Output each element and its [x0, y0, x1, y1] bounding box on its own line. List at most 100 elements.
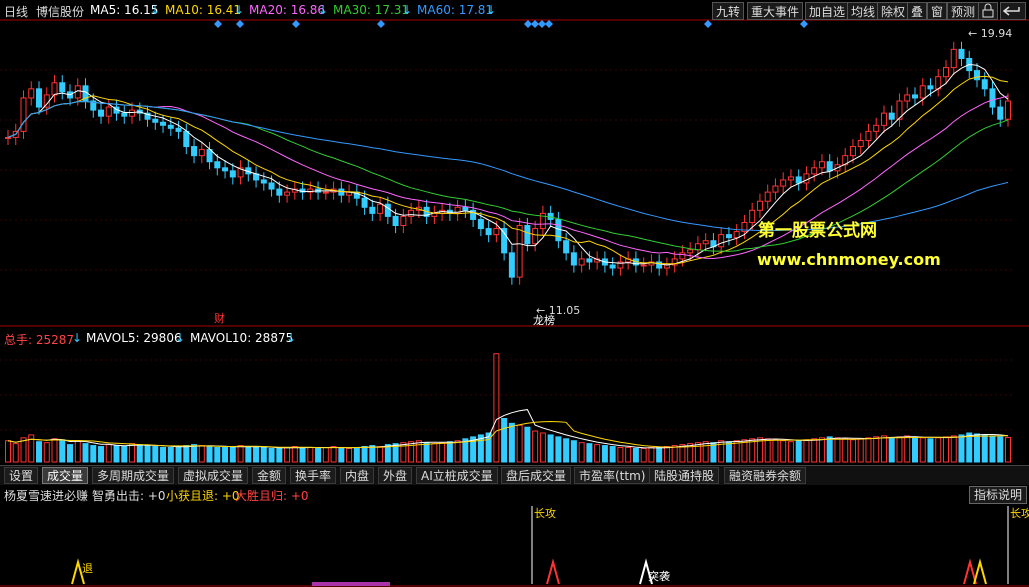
overlay-button[interactable]: 叠: [907, 2, 928, 20]
add-watchlist-button[interactable]: 加自选: [805, 2, 850, 20]
volume-bar: [849, 439, 856, 463]
lock-icon[interactable]: [978, 2, 998, 20]
event-diamond-icon: [704, 20, 712, 28]
tab-virtual-volume[interactable]: 虚拟成交量: [178, 467, 249, 484]
volume-bar: [601, 445, 608, 463]
stock-name: 博信股份: [36, 5, 85, 19]
volume-bar: [98, 446, 105, 463]
tab-settings[interactable]: 设置: [4, 467, 39, 484]
volume-bar: [609, 446, 616, 463]
tab-margin-balance[interactable]: 融资融券余额: [724, 467, 807, 484]
tab-after-hours-volume[interactable]: 盘后成交量: [501, 467, 572, 484]
candle-body: [687, 249, 694, 254]
tab-volume[interactable]: 成交量: [42, 467, 89, 484]
candle-body: [198, 149, 205, 157]
candle-body: [98, 109, 105, 117]
period-label[interactable]: 日线: [4, 3, 28, 20]
candle-body: [764, 191, 771, 202]
volume-bar: [423, 442, 430, 463]
volume-bar: [865, 437, 872, 463]
event-diamond-icon: [545, 20, 553, 28]
volume-bar: [191, 444, 198, 463]
candle-body: [121, 112, 128, 117]
volume-bar: [780, 440, 787, 463]
volume-bar: [617, 447, 624, 463]
volume-bar: [997, 436, 1004, 463]
volume-bar: [330, 446, 337, 463]
candle-body: [191, 146, 198, 157]
candle-body: [5, 136, 11, 139]
candle-body: [857, 139, 864, 148]
back-icon[interactable]: [1000, 2, 1026, 20]
volume-bar: [245, 446, 252, 463]
candle-body: [152, 118, 159, 123]
volume-bar: [90, 445, 97, 463]
indicator-help-button[interactable]: 指标说明: [968, 486, 1027, 504]
tab-pe-ttm[interactable]: 市盈率(ttm): [574, 467, 651, 484]
candle-body: [865, 130, 872, 141]
candle-body: [408, 209, 415, 217]
volume-bar: [129, 443, 136, 463]
forecast-button[interactable]: 预测: [947, 2, 980, 20]
candle-body: [284, 191, 291, 196]
volume-bar: [989, 435, 996, 463]
event-diamond-icon: [524, 20, 532, 28]
signal-zhiyong: 智勇出击: +0: [92, 489, 166, 503]
ex-rights-button[interactable]: 除权: [877, 2, 910, 20]
tab-inner-volume[interactable]: 内盘: [340, 467, 375, 484]
jiuzhuan-button[interactable]: 九转: [712, 2, 745, 20]
tab-hk-connect-holdings[interactable]: 陆股通持股: [649, 467, 720, 484]
volume-bar: [508, 422, 515, 463]
candle-body: [609, 264, 616, 269]
candle-body: [268, 182, 275, 190]
candle-body: [749, 209, 756, 223]
tab-outer-volume[interactable]: 外盘: [378, 467, 413, 484]
ma30-label: MA30: 17.31: [333, 3, 410, 17]
volume-bar: [632, 447, 639, 463]
volume-bar: [911, 436, 918, 463]
candle-body: [570, 252, 577, 266]
volume-bar: [702, 441, 709, 463]
moving-average-button[interactable]: 均线: [847, 2, 880, 20]
watermark-url[interactable]: www.chnmoney.com: [757, 250, 941, 269]
candle-body: [811, 167, 818, 175]
volume-bar: [152, 446, 159, 463]
candle-body: [849, 146, 856, 157]
candle-body: [276, 188, 283, 196]
volume-bar: [408, 441, 415, 463]
volume-bar: [361, 446, 368, 463]
volume-bar: [563, 438, 570, 463]
candle-body: [462, 206, 469, 211]
candle-body: [28, 88, 35, 99]
signal-xiaohuo: 小获且退: +0: [166, 489, 240, 503]
candle-body: [175, 127, 182, 132]
candle-body: [904, 94, 911, 102]
window-button[interactable]: 窗: [927, 2, 948, 20]
ma10-arrow-icon: ↓: [234, 3, 245, 17]
ma20-label: MA20: 16.86: [249, 3, 326, 17]
event-diamond-icon: [214, 20, 222, 28]
tab-ai-volume[interactable]: AI立桩成交量: [416, 467, 498, 484]
tab-turnover[interactable]: 换手率: [290, 467, 337, 484]
volume-bar: [787, 441, 794, 463]
volume-bar: [772, 439, 779, 463]
candle-body: [927, 85, 934, 90]
volume-bar: [43, 442, 50, 463]
volume-bar: [935, 437, 942, 463]
candle-body: [361, 197, 368, 208]
volume-total-arrow-icon: ↓: [72, 331, 83, 345]
volume-bar: [594, 444, 601, 463]
candle-body: [51, 82, 58, 96]
ma30-arrow-icon: ↓: [402, 3, 413, 17]
candle-body: [36, 88, 43, 108]
major-events-button[interactable]: 重大事件: [747, 2, 804, 20]
volume-bar: [888, 437, 895, 463]
tab-amount[interactable]: 金额: [252, 467, 287, 484]
tab-multi-period-volume[interactable]: 多周期成交量: [92, 467, 175, 484]
indicator-name: 杨夏雪速进必赚: [4, 489, 89, 503]
volume-bar: [904, 435, 911, 463]
candle-body: [524, 225, 531, 245]
candle-body: [942, 67, 949, 78]
volume-bar: [950, 435, 957, 463]
volume-bar: [338, 447, 345, 463]
